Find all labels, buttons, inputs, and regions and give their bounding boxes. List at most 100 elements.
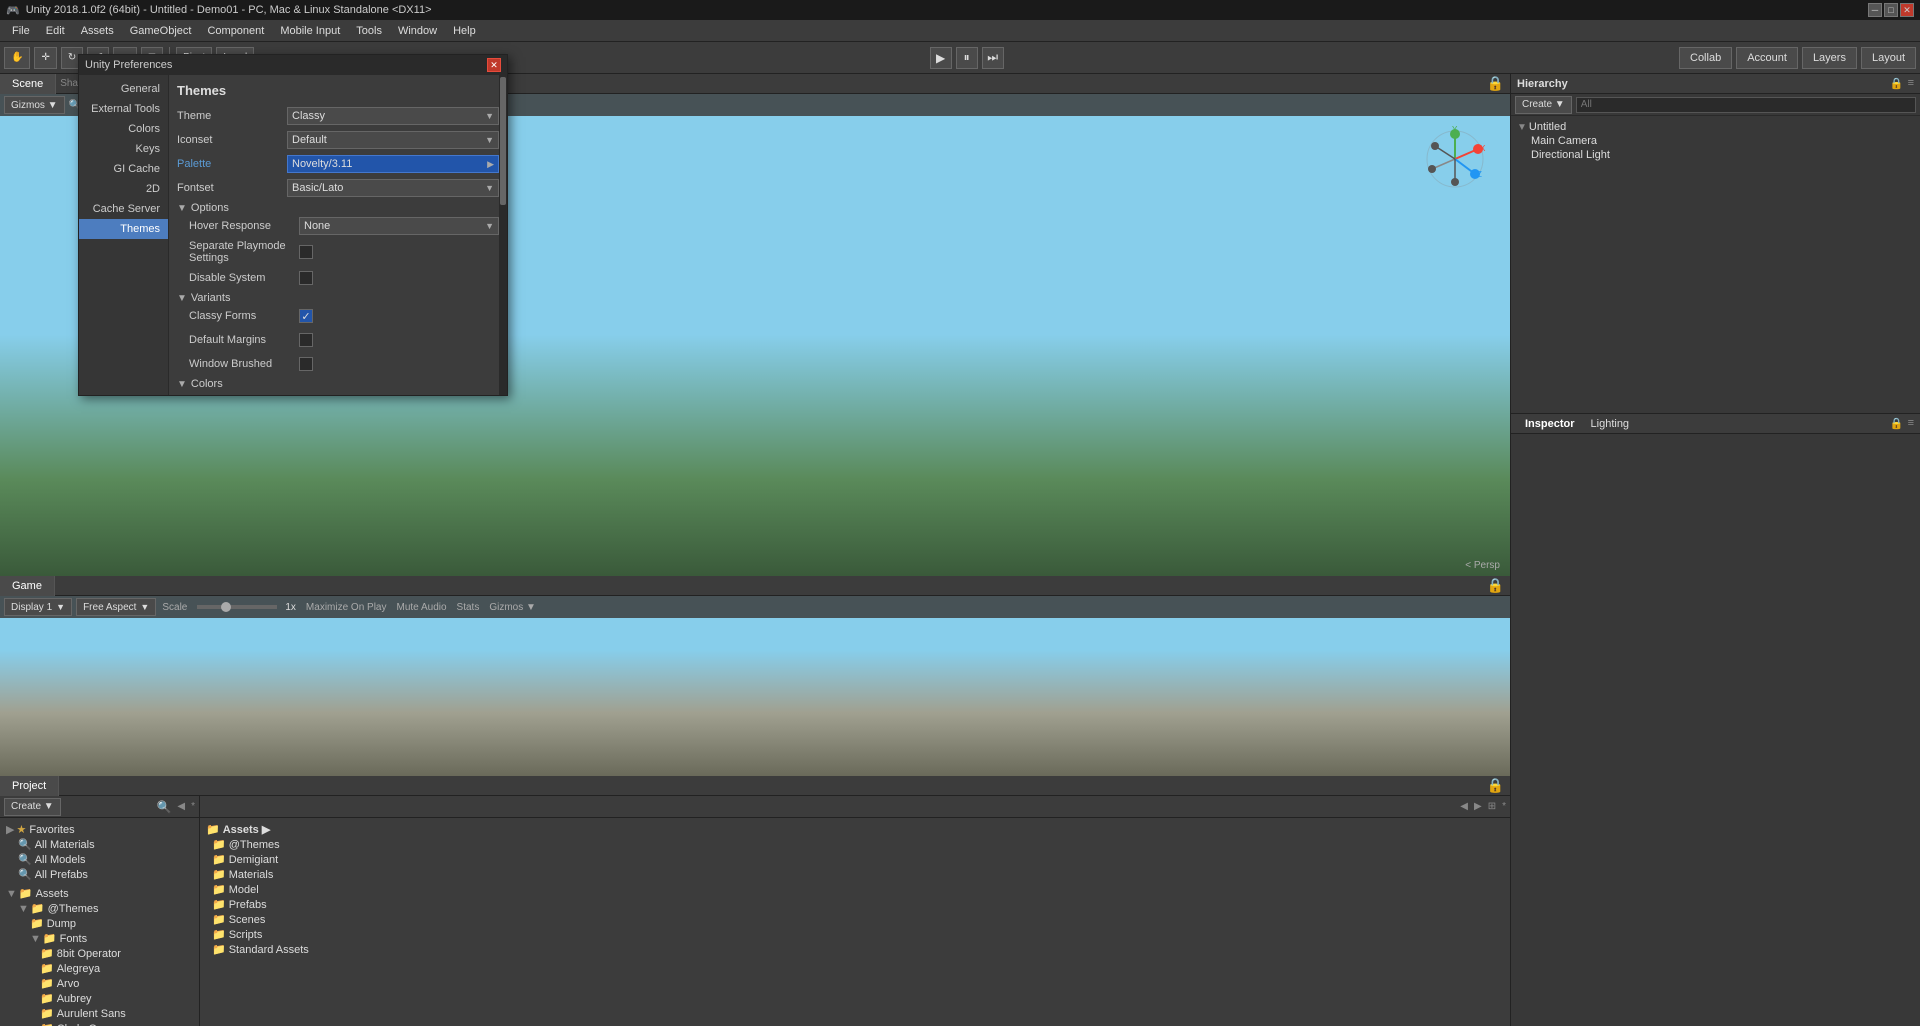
right-asset-materials[interactable]: 📁Materials — [204, 867, 1506, 882]
palette-label[interactable]: Palette — [177, 158, 287, 170]
untitled-item[interactable]: ▼ Untitled — [1515, 120, 1916, 134]
collab-btn[interactable]: Collab — [1679, 47, 1732, 69]
palette-dropdown[interactable]: Novelty/3.11 ▶ — [287, 155, 499, 173]
play-btn[interactable]: ▶ — [930, 47, 952, 69]
menu-component[interactable]: Component — [199, 23, 272, 39]
font-item-aurulent-sans[interactable]: 📁Aurulent Sans — [4, 1006, 195, 1021]
game-tab[interactable]: Game — [0, 576, 55, 596]
theme-dropdown-arrow: ▼ — [485, 111, 494, 121]
right-asset-model[interactable]: 📁Model — [204, 882, 1506, 897]
default-margins-checkbox[interactable] — [299, 333, 313, 347]
menu-assets[interactable]: Assets — [73, 23, 122, 39]
inspector-menu-icon[interactable]: ≡ — [1908, 417, 1914, 430]
pref-nav-gicache[interactable]: GI Cache — [79, 159, 168, 179]
display-dropdown[interactable]: Display 1 ▼ — [4, 598, 72, 616]
close-btn[interactable]: ✕ — [1900, 3, 1914, 17]
right-asset-scenes[interactable]: 📁Scenes — [204, 912, 1506, 927]
right-asset-prefabs[interactable]: 📁Prefabs — [204, 897, 1506, 912]
title-controls[interactable]: ─ □ ✕ — [1868, 3, 1914, 17]
assets-root-item[interactable]: ▼ 📁 Assets — [4, 886, 195, 901]
hierarchy-create-btn[interactable]: Create ▼ — [1515, 96, 1572, 114]
minimize-btn[interactable]: ─ — [1868, 3, 1882, 17]
pref-nav-keys[interactable]: Keys — [79, 139, 168, 159]
project-search-icon[interactable]: 🔍 — [156, 800, 171, 814]
separate-checkbox[interactable] — [299, 245, 313, 259]
fontset-dropdown[interactable]: Basic/Lato ▼ — [287, 179, 499, 197]
pause-btn[interactable]: ⏸ — [956, 47, 978, 69]
layout-btn[interactable]: Layout — [1861, 47, 1916, 69]
gizmos-btn[interactable]: Gizmos ▼ — [4, 96, 65, 114]
collab-label: Collab — [1690, 52, 1721, 64]
themes-folder-item[interactable]: ▼ 📁 @Themes — [16, 901, 195, 916]
colors-section[interactable]: ▼ Colors — [177, 378, 499, 390]
hierarchy-search[interactable] — [1576, 97, 1916, 113]
toolbar-move[interactable]: ✛ — [34, 47, 56, 69]
toolbar-hand[interactable]: ✋ — [4, 47, 30, 69]
aspect-dropdown[interactable]: Free Aspect ▼ — [76, 598, 156, 616]
scene-tab[interactable]: Scene — [0, 74, 56, 94]
pref-nav-external[interactable]: External Tools — [79, 99, 168, 119]
inspector-lock-icon[interactable]: 🔒 — [1890, 417, 1904, 430]
menu-gameobject[interactable]: GameObject — [122, 23, 200, 39]
lighting-tab[interactable]: Lighting — [1583, 416, 1638, 432]
font-item-chela-one[interactable]: 📁Chela One — [4, 1021, 195, 1026]
font-item-8bit-operator[interactable]: 📁8bit Operator — [4, 946, 195, 961]
scene-lock[interactable]: 🔒 — [1481, 75, 1510, 92]
right-asset-label: Scripts — [229, 929, 263, 941]
layers-btn[interactable]: Layers — [1802, 47, 1857, 69]
hierarchy-menu-icon[interactable]: ≡ — [1908, 77, 1914, 90]
pref-nav-2d[interactable]: 2D — [79, 179, 168, 199]
hierarchy-lock-icon[interactable]: 🔒 — [1890, 77, 1904, 90]
right-asset-standard-assets[interactable]: 📁Standard Assets — [204, 942, 1506, 957]
menu-window[interactable]: Window — [390, 23, 445, 39]
classy-forms-checkbox[interactable]: ✓ — [299, 309, 313, 323]
all-materials-item[interactable]: 🔍 All Materials — [16, 837, 195, 852]
disable-checkbox[interactable] — [299, 271, 313, 285]
themes-folder-label: @Themes — [48, 903, 99, 915]
project-create-btn[interactable]: Create ▼ — [4, 798, 61, 816]
pref-nav-general[interactable]: General — [79, 79, 168, 99]
menu-file[interactable]: File — [4, 23, 38, 39]
pref-nav-themes[interactable]: Themes — [79, 219, 168, 239]
pref-nav-colors[interactable]: Colors — [79, 119, 168, 139]
hover-dropdown[interactable]: None ▼ — [299, 217, 499, 235]
maximize-btn[interactable]: □ — [1884, 3, 1898, 17]
inspector-tab[interactable]: Inspector — [1517, 416, 1583, 432]
menu-edit[interactable]: Edit — [38, 23, 73, 39]
all-prefabs-item[interactable]: 🔍 All Prefabs — [16, 867, 195, 882]
right-asset-scripts[interactable]: 📁Scripts — [204, 927, 1506, 942]
game-lock[interactable]: 🔒 — [1481, 577, 1510, 594]
all-models-item[interactable]: 🔍 All Models — [16, 852, 195, 867]
menu-tools[interactable]: Tools — [348, 23, 390, 39]
font-item-alegreya[interactable]: 📁Alegreya — [4, 961, 195, 976]
assets-folder-icon: 📁 — [19, 887, 33, 900]
scene-gizmo[interactable]: Y X Z — [1420, 124, 1490, 194]
menu-help[interactable]: Help — [445, 23, 484, 39]
project-tab[interactable]: Project — [0, 776, 59, 796]
scale-slider[interactable] — [197, 605, 277, 609]
pref-nav-cacheserver[interactable]: Cache Server — [79, 199, 168, 219]
options-section[interactable]: ▼ Options — [177, 202, 499, 214]
main-camera-item[interactable]: Main Camera — [1515, 134, 1916, 148]
account-btn[interactable]: Account — [1736, 47, 1798, 69]
favorites-item[interactable]: ▶ ★ Favorites — [4, 822, 195, 837]
assets-header-item[interactable]: 📁 Assets ▶ — [204, 822, 1506, 837]
font-item-arvo[interactable]: 📁Arvo — [4, 976, 195, 991]
variants-section[interactable]: ▼ Variants — [177, 292, 499, 304]
step-btn[interactable]: ⏭ — [982, 47, 1004, 69]
iconset-dropdown[interactable]: Default ▼ — [287, 131, 499, 149]
right-asset--themes[interactable]: 📁@Themes — [204, 837, 1506, 852]
font-item-aubrey[interactable]: 📁Aubrey — [4, 991, 195, 1006]
pref-close-btn[interactable]: ✕ — [487, 58, 501, 72]
disable-system-row: Disable System — [189, 268, 499, 288]
window-brushed-checkbox[interactable] — [299, 357, 313, 371]
directional-light-item[interactable]: Directional Light — [1515, 148, 1916, 162]
right-asset-demigiant[interactable]: 📁Demigiant — [204, 852, 1506, 867]
pref-scrollbar[interactable] — [499, 75, 507, 395]
font-label: Arvo — [57, 978, 80, 990]
project-lock[interactable]: 🔒 — [1481, 777, 1510, 794]
fonts-folder-item[interactable]: ▼ 📁 Fonts — [28, 931, 195, 946]
theme-dropdown[interactable]: Classy ▼ — [287, 107, 499, 125]
menu-mobileinput[interactable]: Mobile Input — [272, 23, 348, 39]
dump-item[interactable]: 📁 Dump — [28, 916, 195, 931]
